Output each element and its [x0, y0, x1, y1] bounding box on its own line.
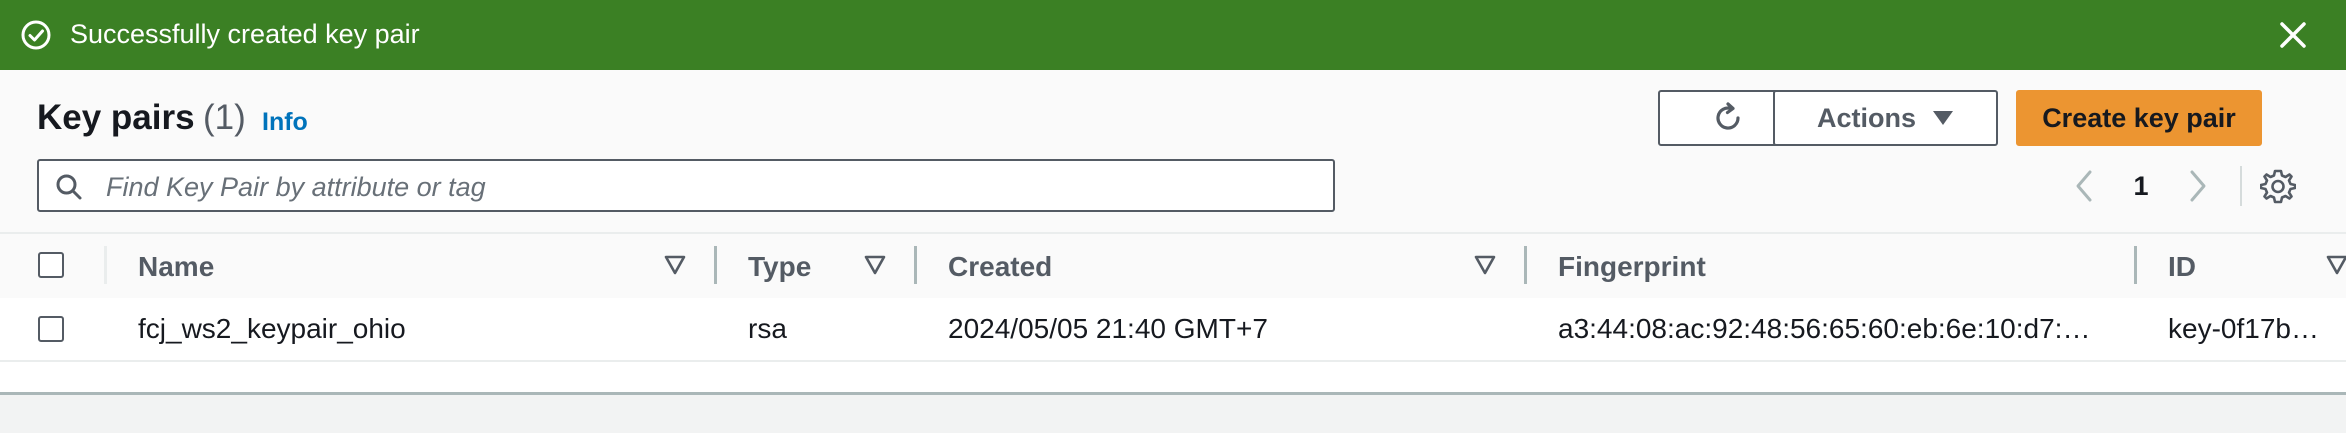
create-key-pair-button[interactable]: Create key pair	[2016, 90, 2262, 146]
sort-icon[interactable]	[1474, 254, 1496, 276]
check-circle-icon	[21, 20, 51, 50]
actions-dropdown-button[interactable]: Actions	[1773, 90, 1998, 146]
previous-page-icon[interactable]	[2070, 168, 2098, 204]
flash-message: Successfully created key pair	[70, 19, 420, 49]
column-header-fingerprint[interactable]: Fingerprint	[1558, 250, 1706, 284]
page-title: Key pairs	[37, 98, 195, 137]
key-pair-fingerprint: a3:44:08:ac:92:48:56:65:60:eb:6e:10:d7:…	[1558, 313, 2091, 344]
column-resizer[interactable]	[914, 246, 917, 284]
sort-icon[interactable]	[864, 254, 886, 276]
table-header: Name Type Created Fingerprint ID	[0, 232, 2346, 300]
column-resizer[interactable]	[2134, 246, 2137, 284]
refresh-icon	[1716, 102, 1740, 130]
pagination-divider	[2240, 166, 2242, 206]
success-flashbar: Successfully created key pair	[0, 0, 2346, 70]
item-count: (1)	[203, 98, 246, 137]
column-header-name[interactable]: Name	[138, 250, 214, 284]
column-resizer[interactable]	[714, 246, 717, 284]
column-header-id[interactable]: ID	[2168, 250, 2196, 284]
column-separator	[104, 246, 107, 284]
sort-icon[interactable]	[664, 254, 686, 276]
key-pair-type: rsa	[748, 313, 787, 344]
info-link[interactable]: Info	[262, 106, 308, 138]
search-input[interactable]	[104, 167, 1318, 207]
close-icon[interactable]	[2278, 20, 2308, 50]
actions-label: Actions	[1816, 102, 1916, 133]
caret-down-icon	[1933, 111, 1953, 125]
search-bar	[37, 159, 1335, 212]
sort-icon[interactable]	[2326, 254, 2346, 276]
search-icon	[56, 174, 82, 200]
page-number[interactable]: 1	[2131, 168, 2151, 204]
key-pair-name: fcj_ws2_keypair_ohio	[138, 313, 406, 344]
next-page-icon[interactable]	[2184, 168, 2212, 204]
table-row[interactable]: fcj_ws2_keypair_ohio rsa 2024/05/05 21:4…	[0, 298, 2346, 362]
row-checkbox[interactable]	[38, 316, 64, 342]
split-panel-divider[interactable]	[0, 392, 2346, 433]
select-all-checkbox[interactable]	[38, 252, 64, 278]
column-header-created[interactable]: Created	[948, 250, 1052, 284]
key-pair-created: 2024/05/05 21:40 GMT+7	[948, 313, 1268, 344]
gear-icon[interactable]	[2260, 168, 2296, 204]
key-pair-id: key-0f17b…	[2168, 313, 2319, 344]
column-header-type[interactable]: Type	[748, 250, 811, 284]
column-resizer[interactable]	[1524, 246, 1527, 284]
